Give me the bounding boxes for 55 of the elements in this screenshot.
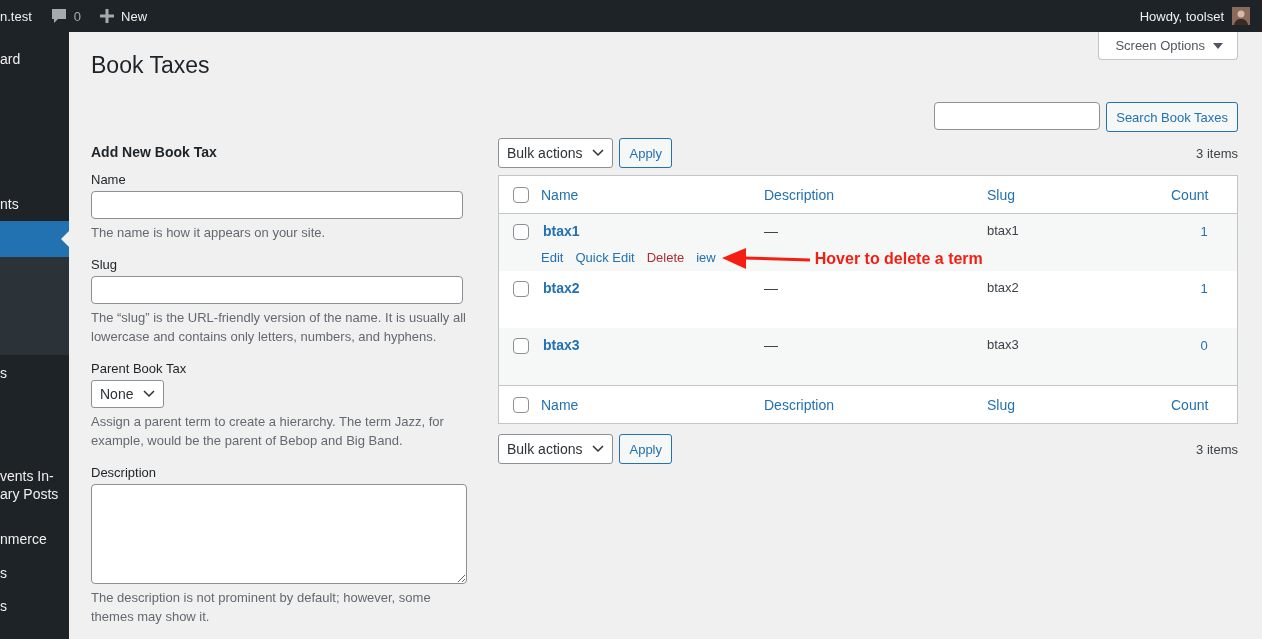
items-count: 3 items [1196, 441, 1238, 457]
column-header-link[interactable]: Name [541, 396, 579, 413]
help-text: The name is how it appears on your site. [91, 224, 326, 242]
term-name-link[interactable]: btax1 [543, 223, 580, 239]
form-heading: Add New Book Tax [91, 144, 218, 160]
help-text: The “slug” is the URL-friendly version of the name. It is usually all lowercase and contains only letters, numbers, and hyphens. [91, 308, 467, 346]
column-header-link[interactable]: Description [764, 186, 835, 203]
page-title: Book Taxes [91, 52, 210, 79]
search-button[interactable]: Search Book Taxes [1106, 102, 1238, 132]
help-text: Assign a parent term to create a hierarchy. The term Jazz, for example, would be the parent of Bebop and Big Band. [91, 412, 445, 450]
apply-button[interactable]: Apply [619, 138, 672, 168]
greeting-link[interactable]: Howdy, toolset [1139, 8, 1224, 24]
site-name-link[interactable]: n.test [0, 8, 32, 24]
menu-item[interactable]: nts [0, 187, 69, 221]
annotation-text: Hover to delete a term [814, 250, 983, 268]
table-cell: — [764, 280, 778, 296]
bulk-actions-dropdown[interactable]: Bulk actions [498, 434, 614, 464]
table-cell: — [764, 223, 778, 239]
row-action-link[interactable]: Quick Edit [575, 250, 635, 265]
table-cell: btax1 [987, 223, 1019, 238]
screen-options-button[interactable]: Screen Options [1098, 32, 1238, 60]
column-header-link[interactable]: Slug [987, 396, 1016, 413]
help-text: The description is not prominent by default; however, some themes may show it. [91, 588, 432, 626]
column-header-link[interactable]: Description [764, 396, 835, 413]
term-count-link[interactable]: 0 [1200, 338, 1208, 353]
menu-item[interactable]: vents In- ary Posts [0, 467, 69, 503]
new-link[interactable]: New [121, 8, 148, 24]
column-header-link[interactable]: Count [1171, 396, 1209, 413]
menu-item[interactable]: s [0, 356, 69, 390]
bulk-actions-dropdown[interactable]: Bulk actions [498, 138, 614, 168]
row-action-link[interactable]: Delete [646, 250, 685, 265]
menu-item[interactable]: s [0, 556, 69, 590]
field-label: Parent Book Tax [91, 360, 187, 376]
field-label: Slug [91, 256, 118, 272]
field-label: Description [91, 464, 157, 480]
field-label: Name [91, 172, 126, 187]
table-cell: — [764, 337, 778, 353]
apply-button[interactable]: Apply [619, 434, 672, 464]
column-header-link[interactable]: Slug [987, 186, 1016, 203]
row-action-link[interactable]: iew [696, 250, 716, 265]
column-header-link[interactable]: Count [1171, 186, 1209, 203]
items-count: 3 items [1196, 145, 1238, 161]
column-header-link[interactable]: Name [541, 186, 579, 203]
menu-item[interactable]: nmerce [0, 522, 69, 556]
menu-item[interactable]: s [0, 589, 69, 623]
comment-count: 0 [73, 8, 82, 24]
term-name-link[interactable]: btax2 [543, 280, 580, 296]
term-count-link[interactable]: 1 [1200, 281, 1208, 296]
parent-dropdown[interactable]: None [91, 379, 165, 408]
table-cell: btax3 [987, 337, 1019, 352]
row-action-link[interactable]: Edit [541, 250, 564, 265]
term-name-link[interactable]: btax3 [543, 337, 580, 353]
term-count-link[interactable]: 1 [1200, 224, 1208, 239]
table-cell: btax2 [987, 280, 1019, 295]
menu-item[interactable]: ard [0, 42, 69, 76]
